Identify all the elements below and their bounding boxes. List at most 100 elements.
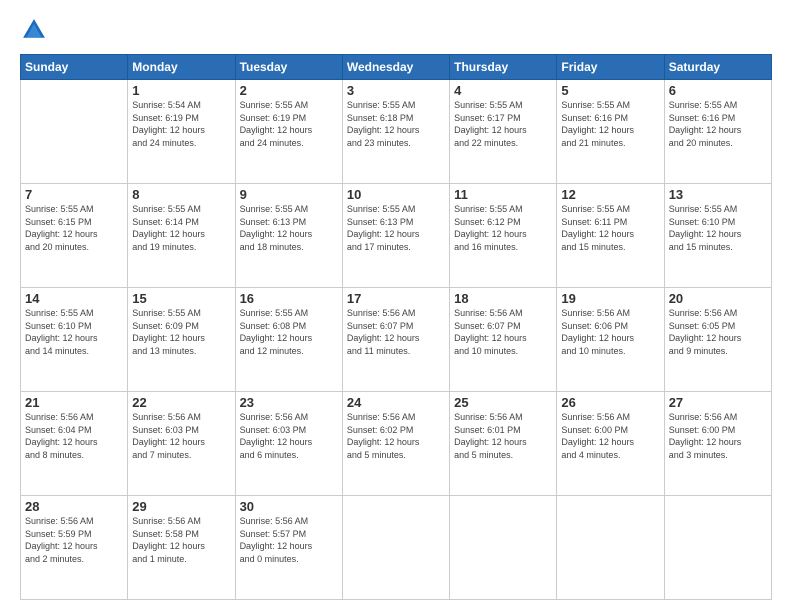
calendar-cell: 4Sunrise: 5:55 AMSunset: 6:17 PMDaylight… (450, 80, 557, 184)
day-number: 12 (561, 187, 659, 202)
logo (20, 16, 52, 44)
calendar-cell: 29Sunrise: 5:56 AMSunset: 5:58 PMDayligh… (128, 496, 235, 600)
calendar-cell: 17Sunrise: 5:56 AMSunset: 6:07 PMDayligh… (342, 288, 449, 392)
calendar-cell: 10Sunrise: 5:55 AMSunset: 6:13 PMDayligh… (342, 184, 449, 288)
day-number: 22 (132, 395, 230, 410)
day-info: Sunrise: 5:56 AMSunset: 6:00 PMDaylight:… (669, 411, 767, 461)
day-number: 8 (132, 187, 230, 202)
week-row-1: 1Sunrise: 5:54 AMSunset: 6:19 PMDaylight… (21, 80, 772, 184)
day-number: 14 (25, 291, 123, 306)
calendar-cell: 14Sunrise: 5:55 AMSunset: 6:10 PMDayligh… (21, 288, 128, 392)
day-number: 25 (454, 395, 552, 410)
day-header-thursday: Thursday (450, 55, 557, 80)
day-info: Sunrise: 5:56 AMSunset: 5:58 PMDaylight:… (132, 515, 230, 565)
day-info: Sunrise: 5:56 AMSunset: 6:05 PMDaylight:… (669, 307, 767, 357)
day-info: Sunrise: 5:55 AMSunset: 6:13 PMDaylight:… (347, 203, 445, 253)
day-header-saturday: Saturday (664, 55, 771, 80)
day-info: Sunrise: 5:55 AMSunset: 6:12 PMDaylight:… (454, 203, 552, 253)
day-number: 18 (454, 291, 552, 306)
day-info: Sunrise: 5:54 AMSunset: 6:19 PMDaylight:… (132, 99, 230, 149)
day-number: 15 (132, 291, 230, 306)
calendar-cell: 19Sunrise: 5:56 AMSunset: 6:06 PMDayligh… (557, 288, 664, 392)
day-info: Sunrise: 5:56 AMSunset: 6:04 PMDaylight:… (25, 411, 123, 461)
day-number: 9 (240, 187, 338, 202)
week-row-4: 21Sunrise: 5:56 AMSunset: 6:04 PMDayligh… (21, 392, 772, 496)
calendar-cell: 1Sunrise: 5:54 AMSunset: 6:19 PMDaylight… (128, 80, 235, 184)
day-number: 27 (669, 395, 767, 410)
day-number: 30 (240, 499, 338, 514)
calendar-cell: 9Sunrise: 5:55 AMSunset: 6:13 PMDaylight… (235, 184, 342, 288)
day-number: 26 (561, 395, 659, 410)
day-info: Sunrise: 5:56 AMSunset: 5:59 PMDaylight:… (25, 515, 123, 565)
day-info: Sunrise: 5:55 AMSunset: 6:16 PMDaylight:… (669, 99, 767, 149)
day-number: 5 (561, 83, 659, 98)
calendar-cell (557, 496, 664, 600)
calendar-cell (450, 496, 557, 600)
day-info: Sunrise: 5:56 AMSunset: 6:00 PMDaylight:… (561, 411, 659, 461)
calendar-cell: 13Sunrise: 5:55 AMSunset: 6:10 PMDayligh… (664, 184, 771, 288)
day-number: 3 (347, 83, 445, 98)
day-number: 16 (240, 291, 338, 306)
day-number: 4 (454, 83, 552, 98)
day-header-monday: Monday (128, 55, 235, 80)
day-info: Sunrise: 5:56 AMSunset: 5:57 PMDaylight:… (240, 515, 338, 565)
day-number: 17 (347, 291, 445, 306)
calendar-cell: 21Sunrise: 5:56 AMSunset: 6:04 PMDayligh… (21, 392, 128, 496)
calendar-cell: 6Sunrise: 5:55 AMSunset: 6:16 PMDaylight… (664, 80, 771, 184)
calendar-cell: 2Sunrise: 5:55 AMSunset: 6:19 PMDaylight… (235, 80, 342, 184)
calendar-cell: 16Sunrise: 5:55 AMSunset: 6:08 PMDayligh… (235, 288, 342, 392)
calendar: SundayMondayTuesdayWednesdayThursdayFrid… (20, 54, 772, 600)
day-number: 28 (25, 499, 123, 514)
day-info: Sunrise: 5:55 AMSunset: 6:11 PMDaylight:… (561, 203, 659, 253)
day-info: Sunrise: 5:56 AMSunset: 6:06 PMDaylight:… (561, 307, 659, 357)
calendar-cell: 28Sunrise: 5:56 AMSunset: 5:59 PMDayligh… (21, 496, 128, 600)
calendar-cell: 8Sunrise: 5:55 AMSunset: 6:14 PMDaylight… (128, 184, 235, 288)
day-info: Sunrise: 5:55 AMSunset: 6:15 PMDaylight:… (25, 203, 123, 253)
day-info: Sunrise: 5:55 AMSunset: 6:16 PMDaylight:… (561, 99, 659, 149)
week-row-2: 7Sunrise: 5:55 AMSunset: 6:15 PMDaylight… (21, 184, 772, 288)
logo-icon (20, 16, 48, 44)
day-info: Sunrise: 5:55 AMSunset: 6:18 PMDaylight:… (347, 99, 445, 149)
day-number: 21 (25, 395, 123, 410)
calendar-cell (664, 496, 771, 600)
day-number: 10 (347, 187, 445, 202)
calendar-cell: 20Sunrise: 5:56 AMSunset: 6:05 PMDayligh… (664, 288, 771, 392)
day-number: 6 (669, 83, 767, 98)
day-info: Sunrise: 5:55 AMSunset: 6:17 PMDaylight:… (454, 99, 552, 149)
day-info: Sunrise: 5:56 AMSunset: 6:03 PMDaylight:… (240, 411, 338, 461)
day-info: Sunrise: 5:55 AMSunset: 6:19 PMDaylight:… (240, 99, 338, 149)
page: SundayMondayTuesdayWednesdayThursdayFrid… (0, 0, 792, 612)
calendar-cell: 23Sunrise: 5:56 AMSunset: 6:03 PMDayligh… (235, 392, 342, 496)
calendar-cell (342, 496, 449, 600)
day-info: Sunrise: 5:55 AMSunset: 6:10 PMDaylight:… (669, 203, 767, 253)
week-row-5: 28Sunrise: 5:56 AMSunset: 5:59 PMDayligh… (21, 496, 772, 600)
day-header-wednesday: Wednesday (342, 55, 449, 80)
day-number: 24 (347, 395, 445, 410)
day-info: Sunrise: 5:55 AMSunset: 6:09 PMDaylight:… (132, 307, 230, 357)
day-number: 7 (25, 187, 123, 202)
day-header-sunday: Sunday (21, 55, 128, 80)
day-info: Sunrise: 5:55 AMSunset: 6:08 PMDaylight:… (240, 307, 338, 357)
calendar-cell: 7Sunrise: 5:55 AMSunset: 6:15 PMDaylight… (21, 184, 128, 288)
calendar-cell: 27Sunrise: 5:56 AMSunset: 6:00 PMDayligh… (664, 392, 771, 496)
day-info: Sunrise: 5:55 AMSunset: 6:13 PMDaylight:… (240, 203, 338, 253)
calendar-cell: 5Sunrise: 5:55 AMSunset: 6:16 PMDaylight… (557, 80, 664, 184)
day-info: Sunrise: 5:55 AMSunset: 6:14 PMDaylight:… (132, 203, 230, 253)
day-info: Sunrise: 5:56 AMSunset: 6:01 PMDaylight:… (454, 411, 552, 461)
day-number: 11 (454, 187, 552, 202)
day-number: 23 (240, 395, 338, 410)
calendar-cell (21, 80, 128, 184)
calendar-cell: 18Sunrise: 5:56 AMSunset: 6:07 PMDayligh… (450, 288, 557, 392)
day-number: 29 (132, 499, 230, 514)
calendar-cell: 3Sunrise: 5:55 AMSunset: 6:18 PMDaylight… (342, 80, 449, 184)
week-row-3: 14Sunrise: 5:55 AMSunset: 6:10 PMDayligh… (21, 288, 772, 392)
day-number: 20 (669, 291, 767, 306)
calendar-cell: 15Sunrise: 5:55 AMSunset: 6:09 PMDayligh… (128, 288, 235, 392)
day-info: Sunrise: 5:56 AMSunset: 6:07 PMDaylight:… (454, 307, 552, 357)
day-header-friday: Friday (557, 55, 664, 80)
day-info: Sunrise: 5:56 AMSunset: 6:03 PMDaylight:… (132, 411, 230, 461)
day-info: Sunrise: 5:55 AMSunset: 6:10 PMDaylight:… (25, 307, 123, 357)
header (20, 16, 772, 44)
calendar-cell: 26Sunrise: 5:56 AMSunset: 6:00 PMDayligh… (557, 392, 664, 496)
header-row: SundayMondayTuesdayWednesdayThursdayFrid… (21, 55, 772, 80)
